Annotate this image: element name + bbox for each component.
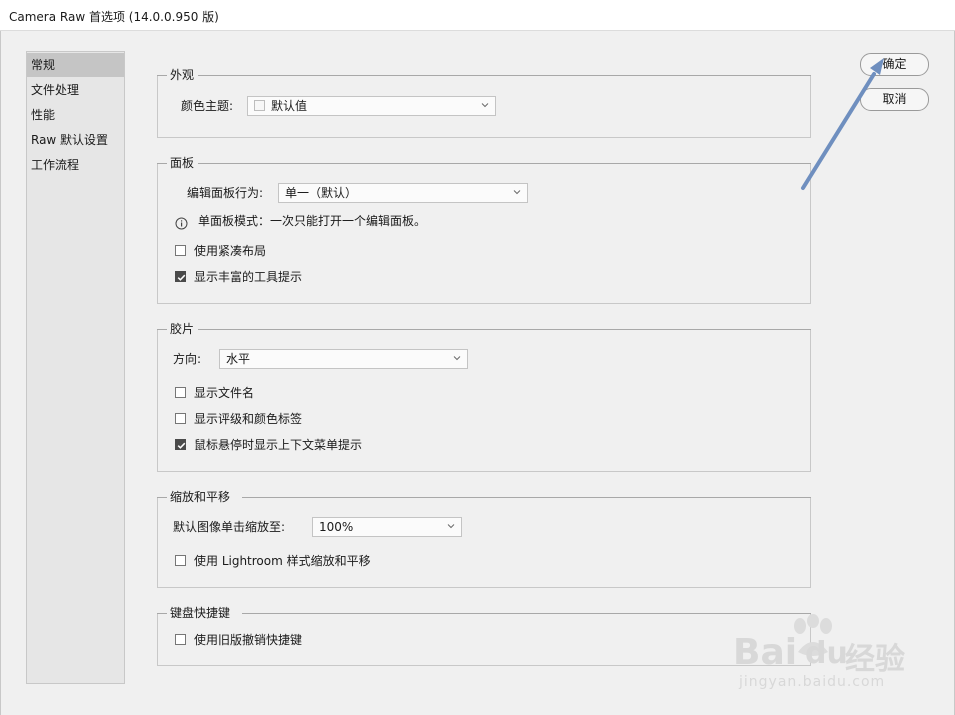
chevron-down-icon	[453, 356, 461, 361]
sidebar-item-file-handling[interactable]: 文件处理	[27, 78, 124, 102]
chevron-down-icon	[447, 524, 455, 529]
click-zoom-label: 默认图像单击缩放至:	[173, 520, 286, 534]
lightroom-zoom-checkbox[interactable]	[175, 555, 186, 566]
sidebar-item-general[interactable]: 常规	[27, 53, 124, 77]
baidu-watermark: Bai du 经验 jingyan.baidu.com	[733, 614, 913, 696]
color-theme-select[interactable]: 默认值	[247, 96, 496, 116]
watermark-url: jingyan.baidu.com	[739, 674, 886, 690]
compact-layout-label: 使用紧凑布局	[194, 244, 267, 258]
panels-legend: 面板	[168, 154, 197, 172]
zoom-legend: 缩放和平移	[168, 488, 233, 506]
orientation-select[interactable]: 水平	[219, 349, 468, 369]
panels-section: 面板 编辑面板行为: 单一（默认） 单面板模式：一次只能打开一个编辑面板。 使用…	[157, 154, 811, 304]
click-zoom-select[interactable]: 100%	[312, 517, 462, 537]
panel-behavior-value: 单一（默认）	[285, 186, 358, 200]
color-theme-value: 默认值	[271, 99, 308, 113]
ok-button[interactable]: 确定	[860, 53, 929, 76]
sidebar-item-raw-defaults[interactable]: Raw 默认设置	[27, 128, 124, 152]
legacy-undo-checkbox[interactable]	[175, 634, 186, 645]
window-title: Camera Raw 首选项 (14.0.0.950 版)	[9, 10, 219, 24]
appearance-legend: 外观	[168, 66, 197, 84]
watermark-brand-du: du	[805, 636, 848, 671]
lightroom-zoom-label: 使用 Lightroom 样式缩放和平移	[194, 554, 371, 568]
watermark-brand-jingyan: 经验	[845, 642, 905, 677]
show-filename-checkbox[interactable]	[175, 387, 186, 398]
rich-tooltips-checkbox[interactable]	[175, 271, 186, 282]
click-zoom-value: 100%	[319, 520, 354, 534]
shortcuts-legend: 键盘快捷键	[168, 604, 233, 622]
shortcuts-section: 键盘快捷键 使用旧版撤销快捷键	[157, 604, 811, 666]
check-icon	[177, 442, 186, 449]
chevron-down-icon	[513, 190, 521, 195]
hover-hint-label: 鼠标悬停时显示上下文菜单提示	[194, 438, 363, 452]
theme-swatch	[254, 100, 265, 111]
window-border-left	[0, 31, 1, 715]
zoom-section: 缩放和平移 默认图像单击缩放至: 100% 使用 Lightroom 样式缩放和…	[157, 488, 811, 588]
appearance-section: 外观 颜色主题: 默认值	[157, 66, 811, 138]
sidebar-item-workflow[interactable]: 工作流程	[27, 153, 124, 177]
sidebar-item-performance[interactable]: 性能	[27, 103, 124, 127]
watermark-brand-bai: Bai	[733, 632, 798, 673]
check-icon	[177, 274, 186, 281]
filmstrip-section: 胶片 方向: 水平 显示文件名 显示评级和颜色标签 鼠标悬停时显示上下文菜单提示	[157, 320, 811, 472]
show-filename-label: 显示文件名	[194, 386, 255, 400]
chevron-down-icon	[481, 103, 489, 108]
info-icon	[175, 217, 188, 230]
cancel-button[interactable]: 取消	[860, 88, 929, 111]
preferences-sidebar: 常规 文件处理 性能 Raw 默认设置 工作流程	[26, 51, 125, 684]
show-ratings-label: 显示评级和颜色标签	[194, 412, 303, 426]
compact-layout-checkbox[interactable]	[175, 245, 186, 256]
panel-info-text: 单面板模式：一次只能打开一个编辑面板。	[198, 214, 427, 228]
panel-behavior-select[interactable]: 单一（默认）	[278, 183, 528, 203]
title-bar: Camera Raw 首选项 (14.0.0.950 版)	[0, 0, 955, 31]
orientation-label: 方向:	[173, 352, 202, 366]
rich-tooltips-label: 显示丰富的工具提示	[194, 270, 303, 284]
theme-label: 颜色主题:	[181, 99, 234, 113]
legacy-undo-label: 使用旧版撤销快捷键	[194, 633, 303, 647]
hover-hint-checkbox[interactable]	[175, 439, 186, 450]
show-ratings-checkbox[interactable]	[175, 413, 186, 424]
panel-behavior-label: 编辑面板行为:	[187, 186, 264, 200]
orientation-value: 水平	[226, 352, 251, 366]
filmstrip-legend: 胶片	[168, 320, 197, 338]
